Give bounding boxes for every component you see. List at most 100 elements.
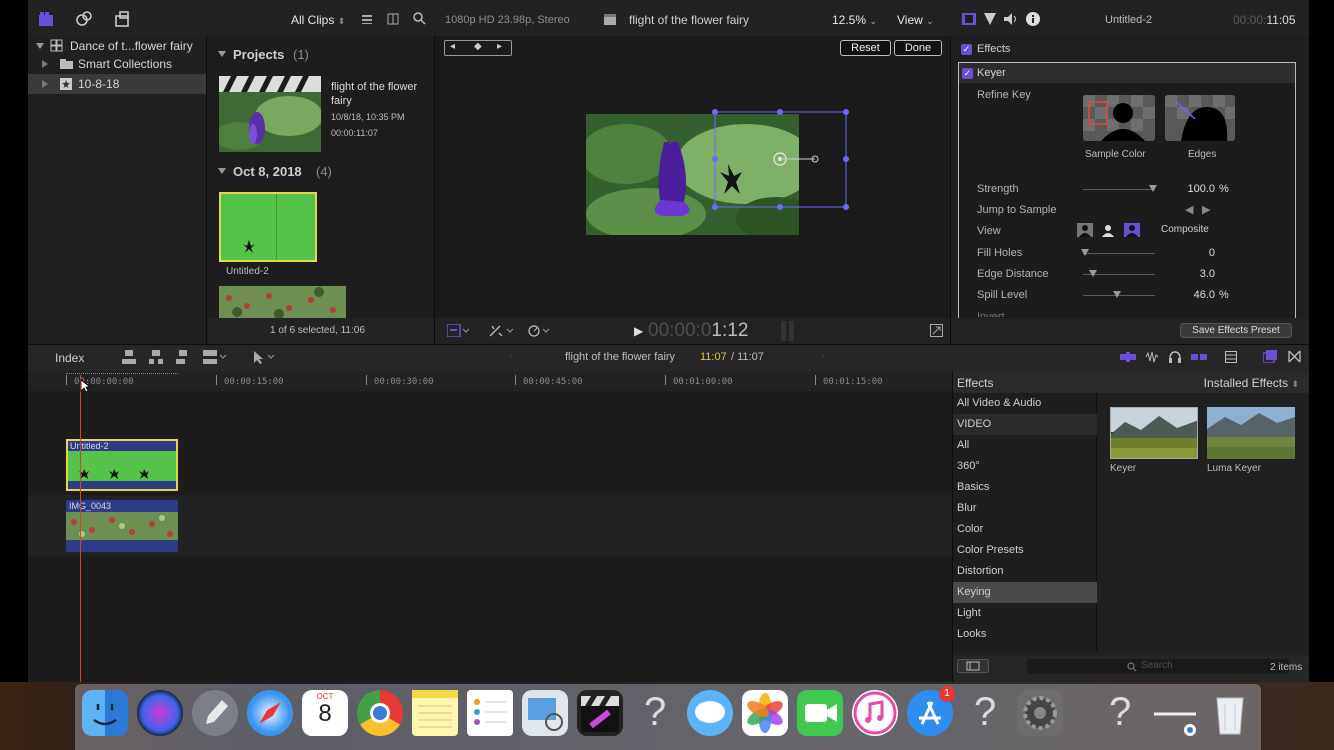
audio-inspector-icon[interactable] [1004,13,1018,25]
audio-skim-icon[interactable] [1145,351,1159,363]
preview-icon[interactable] [522,690,568,736]
launchpad-icon[interactable] [192,690,238,736]
reminders-icon[interactable] [467,690,513,736]
effect-thumbnail-luma-keyer[interactable] [1207,407,1295,459]
photos-icon[interactable] [742,690,788,736]
category-item[interactable]: Basics [953,477,1097,498]
project-thumbnail[interactable] [219,76,321,152]
overwrite-clip-icon[interactable] [203,350,227,364]
zoom-menu[interactable]: 12.5% ⌄ [832,13,877,27]
unknown-app-icon[interactable]: ? [632,690,678,736]
category-item[interactable]: Looks [953,624,1097,645]
event-item[interactable]: 10-8-18 [28,74,206,94]
view-composite-icon[interactable] [1124,223,1140,237]
spill-level-value[interactable]: 46.0 [1155,289,1215,301]
sidebar-toggle-icon[interactable] [957,659,989,673]
chrome-icon[interactable] [357,690,403,736]
disclosure-open-icon[interactable] [218,168,226,174]
trash-icon[interactable] [1207,690,1253,736]
edge-distance-value[interactable]: 3.0 [1155,268,1215,280]
keyer-checkbox[interactable]: ✓ [962,68,973,79]
category-item[interactable]: 360° [953,456,1097,477]
prev-keyframe-icon[interactable]: ◂ [450,41,455,52]
clip-filter-menu[interactable]: All Clips ⬍ [291,13,345,27]
connect-clip-icon[interactable] [122,350,136,364]
clip-appearance-timeline-icon[interactable] [1225,351,1237,363]
search-icon[interactable] [413,12,426,25]
effects-checkbox[interactable]: ✓ [961,44,972,55]
category-item[interactable]: Light [953,603,1097,624]
list-view-icon[interactable] [361,13,373,25]
sample-color-button[interactable] [1083,95,1155,141]
sample-box-overlay[interactable] [712,107,852,211]
append-clip-icon[interactable] [176,350,190,364]
titles-generators-icon[interactable] [114,11,130,27]
unknown-app-icon[interactable]: ? [1097,690,1143,736]
clip-thumbnail-untitled-2[interactable] [219,192,317,262]
notes-icon[interactable] [412,690,458,736]
timeline-back-icon[interactable]: ‹ [509,350,513,362]
system-preferences-icon[interactable] [1017,690,1063,736]
disclosure-closed-icon[interactable] [42,60,48,68]
retime-icon[interactable] [528,324,554,337]
reset-button[interactable]: Reset [840,40,891,56]
installed-effects-menu[interactable]: Installed Effects ⬍ [1204,376,1299,390]
final-cut-pro-icon[interactable] [577,690,623,736]
fill-holes-slider[interactable] [1081,249,1155,256]
strength-value[interactable]: 100.0 [1155,183,1215,195]
prev-sample-icon[interactable]: ◀ [1185,203,1193,216]
next-keyframe-icon[interactable]: ▸ [497,41,502,52]
playhead[interactable] [80,375,81,682]
solo-icon[interactable] [1169,351,1181,363]
category-item[interactable]: Color [953,519,1097,540]
category-item-selected[interactable]: Keying [953,582,1097,603]
timeline-forward-icon[interactable]: › [821,350,825,362]
effects-search-field[interactable]: Search [1027,659,1289,674]
transitions-browser-icon[interactable] [1288,350,1301,363]
fullscreen-icon[interactable] [930,324,943,337]
disclosure-closed-icon[interactable] [42,80,48,88]
category-item[interactable]: Blur [953,498,1097,519]
video-skim-icon[interactable] [1120,352,1136,362]
timeline-clip-img-0043[interactable]: IMG_0043 [66,500,178,552]
snapping-icon[interactable] [1191,352,1207,362]
viewer-display-icon[interactable] [447,324,469,337]
strength-slider[interactable] [1083,185,1157,192]
info-inspector-icon[interactable] [1026,12,1040,26]
done-button[interactable]: Done [894,40,942,56]
category-item[interactable]: All [953,435,1097,456]
category-item[interactable]: Color Presets [953,540,1097,561]
keyer-header[interactable]: ✓ Keyer [959,63,1295,83]
edges-button[interactable] [1165,95,1235,141]
calendar-icon[interactable]: OCT 8 [302,690,348,736]
view-menu[interactable]: View ⌄ [897,13,934,27]
view-original-icon[interactable] [1100,223,1116,237]
app-store-icon[interactable]: 1 [907,686,955,736]
view-matte-icon[interactable] [1077,223,1093,237]
disclosure-open-icon[interactable] [36,43,44,49]
video-inspector-icon[interactable] [962,13,976,25]
disclosure-open-icon[interactable] [218,51,226,57]
library-item[interactable]: Dance of t...flower fairy [28,36,206,56]
play-icon[interactable]: ▶ [634,324,643,338]
effect-thumbnail-keyer[interactable] [1110,407,1198,459]
timeline-ruler[interactable]: 00:00:00:00 00:00:15:00 00:00:30:00 00:0… [28,371,952,391]
add-keyframe-icon[interactable]: ◆ [474,41,482,52]
smart-collections-item[interactable]: Smart Collections [28,54,206,74]
index-button[interactable]: Index [55,351,84,365]
save-effects-preset-button[interactable]: Save Effects Preset [1180,323,1292,338]
effects-browser-toggle-icon[interactable] [1263,350,1277,363]
clip-appearance-icon[interactable] [387,13,399,25]
category-item[interactable]: Distortion [953,561,1097,582]
safari-icon[interactable] [247,690,293,736]
next-sample-icon[interactable]: ▶ [1202,203,1210,216]
clip-thumbnail-img[interactable] [219,286,346,318]
downloads-stack-icon[interactable] [1152,690,1198,736]
timeline-clip-untitled-2[interactable]: Untitled-2 [66,439,178,491]
unknown-app-icon[interactable]: ? [962,690,1008,736]
libraries-icon[interactable] [38,11,54,27]
edge-distance-slider[interactable] [1083,270,1155,277]
photos-audio-icon[interactable] [76,11,92,27]
messages-icon[interactable] [687,690,733,736]
spill-level-slider[interactable] [1083,291,1155,298]
